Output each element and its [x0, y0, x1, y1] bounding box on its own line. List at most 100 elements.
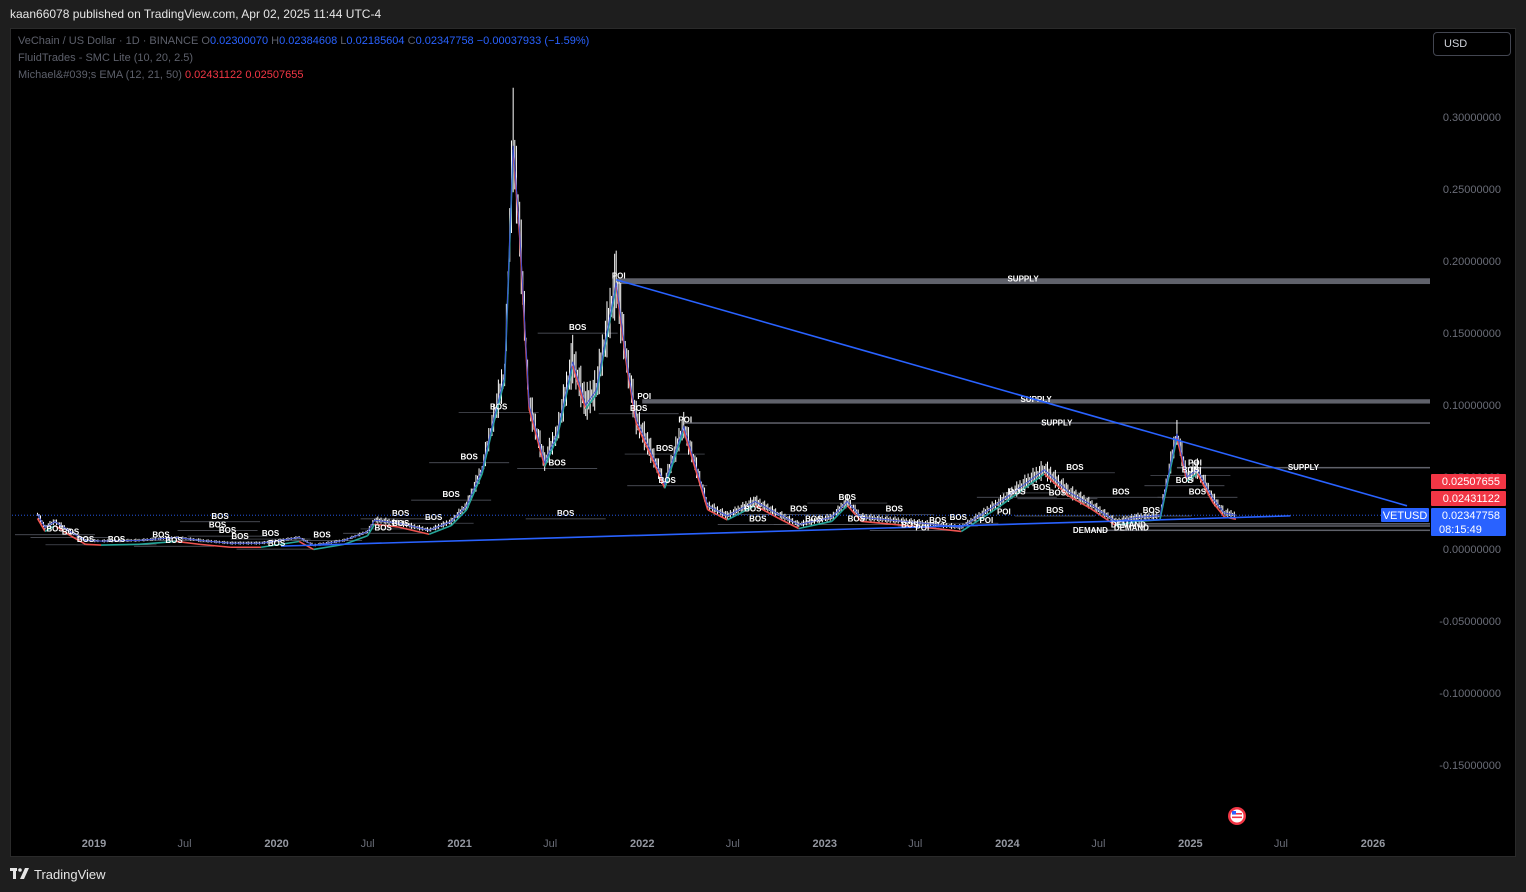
annotation-bos: BOS	[1143, 506, 1161, 515]
indicator-name: FluidTrades - SMC Lite	[18, 52, 131, 64]
x-tick-label: 2019	[82, 838, 106, 850]
y-tick-label: 0.15000000	[1443, 328, 1501, 340]
close-label: C	[407, 35, 416, 47]
annotation-bos: BOS	[460, 453, 478, 462]
high-value: 0.02384608	[279, 35, 338, 47]
ema-segment	[100, 543, 140, 546]
annotation-bos: BOS	[1189, 487, 1207, 496]
x-tick-label: 2026	[1361, 838, 1385, 850]
x-tick-label: 2020	[264, 838, 288, 850]
flag-canton	[1232, 811, 1236, 815]
x-tick-label: Jul	[543, 838, 557, 850]
annotation-poi: POI	[979, 516, 993, 525]
zone-label: SUPPLY	[1041, 418, 1073, 427]
ema-segment	[682, 430, 709, 511]
annotation-bos: BOS	[886, 505, 904, 514]
annotation-bos: BOS	[659, 476, 677, 485]
y-tick-label: 0.25000000	[1443, 184, 1501, 196]
x-tick-label: Jul	[361, 838, 375, 850]
annotation-bos: BOS	[848, 515, 866, 524]
annotation-bos: BOS	[1049, 489, 1067, 498]
y-tick-label: -0.05000000	[1439, 616, 1501, 628]
indicator-params: (10, 20, 2.5)	[133, 52, 194, 64]
y-tick-label: 0.30000000	[1443, 112, 1501, 124]
annotation-bos: BOS	[549, 458, 567, 467]
annotation-bos: BOS	[262, 529, 280, 538]
x-tick-label: 2024	[995, 838, 1020, 850]
x-tick-label: Jul	[726, 838, 740, 850]
annotation-bos: BOS	[392, 519, 410, 528]
zone-label: SUPPLY	[1007, 274, 1039, 283]
plot-area: SUPPLYSUPPLYSUPPLYSUPPLYPOIPOIPOIPOIPOIP…	[12, 87, 1430, 551]
ema-segment	[465, 473, 483, 511]
us-flag-icon	[1228, 807, 1246, 825]
annotation-bos: BOS	[392, 509, 410, 518]
ema-segment	[625, 365, 638, 424]
zone-demand	[1123, 525, 1430, 527]
indicator-params: (12, 21, 50)	[125, 69, 182, 81]
ema-segment	[85, 543, 102, 546]
open-label: O	[201, 35, 210, 47]
annotation-bos: BOS	[490, 402, 508, 411]
close-value: 0.02347758	[415, 35, 474, 47]
footer-bar: TradingView	[0, 857, 1526, 892]
annotation-bos: BOS	[569, 323, 587, 332]
annotation-bos: BOS	[268, 539, 286, 548]
annotation-bos: BOS	[1046, 506, 1064, 515]
x-tick-label: 2023	[813, 838, 837, 850]
x-tick-label: 2021	[447, 838, 471, 850]
annotation-bos: BOS	[442, 490, 460, 499]
annotation-bos: BOS	[425, 513, 443, 522]
price-label-text: 0.02347758	[1442, 510, 1500, 522]
annotation-bos: BOS	[1176, 476, 1194, 485]
price-chart[interactable]: SUPPLYSUPPLYSUPPLYSUPPLYPOIPOIPOIPOIPOIP…	[0, 0, 1526, 892]
annotation-bos: BOS	[805, 515, 823, 524]
x-tick-label: 2022	[630, 838, 654, 850]
annotation-bos: BOS	[656, 444, 674, 453]
annotation-bos: BOS	[1112, 487, 1130, 496]
ema-segment	[528, 408, 546, 467]
zone-label: SUPPLY	[1288, 463, 1320, 472]
annotation-poi: POI	[612, 271, 626, 280]
currency-button[interactable]: USD	[1433, 32, 1511, 56]
annotation-bos: BOS	[749, 515, 767, 524]
annotation-demand: DEMAND	[1114, 523, 1149, 532]
annotation-bos: BOS	[1008, 487, 1026, 496]
annotation-demand: DEMAND	[1073, 526, 1108, 535]
ema-value-1: 0.02431122	[184, 69, 243, 81]
symbol-legend: VeChain / US Dollar · 1D · BINANCE O0.02…	[18, 35, 589, 47]
change-value: −0.00037933 (−1.59%)	[476, 35, 590, 47]
y-tick-label: 0.00000000	[1443, 544, 1501, 556]
x-tick-label: Jul	[1274, 838, 1288, 850]
y-tick-label: 0.10000000	[1443, 400, 1501, 412]
y-tick-label: -0.10000000	[1439, 688, 1501, 700]
x-tick-label: Jul	[178, 838, 192, 850]
ema-segment	[199, 543, 231, 549]
countdown-text: 08:15:49	[1439, 524, 1482, 536]
price-label-text: 0.02431122	[1443, 493, 1500, 505]
indicator-legend-2[interactable]: Michael&#039;s EMA (12, 21, 50) 0.024311…	[18, 69, 303, 81]
ema-segment	[428, 524, 452, 536]
ema-segment	[595, 286, 617, 395]
ema-segment	[556, 365, 574, 438]
annotation-bos: BOS	[929, 516, 947, 525]
low-value: 0.02185604	[346, 35, 405, 47]
annotation-bos: BOS	[790, 505, 808, 514]
indicator-legend-1[interactable]: FluidTrades - SMC Lite (10, 20, 2.5)	[18, 52, 193, 64]
annotation-bos: BOS	[901, 520, 919, 529]
ema-value-2: 0.02507655	[245, 69, 304, 81]
annotation-bos: BOS	[950, 513, 968, 522]
x-tick-label: Jul	[908, 838, 922, 850]
high-label: H	[271, 35, 280, 47]
price-label-text: 0.02507655	[1442, 476, 1500, 488]
ema-segment	[615, 286, 628, 366]
annotation-bos: BOS	[1182, 466, 1200, 475]
annotation-bos: BOS	[374, 523, 392, 532]
flag-stripe	[1232, 816, 1242, 819]
annotation-bos: BOS	[313, 530, 331, 539]
annotation-bos: BOS	[77, 535, 95, 544]
annotation-bos: BOS	[231, 532, 249, 541]
annotation-poi: POI	[637, 392, 651, 401]
annotation-bos: BOS	[744, 505, 762, 514]
footer-brand: TradingView	[34, 867, 106, 882]
